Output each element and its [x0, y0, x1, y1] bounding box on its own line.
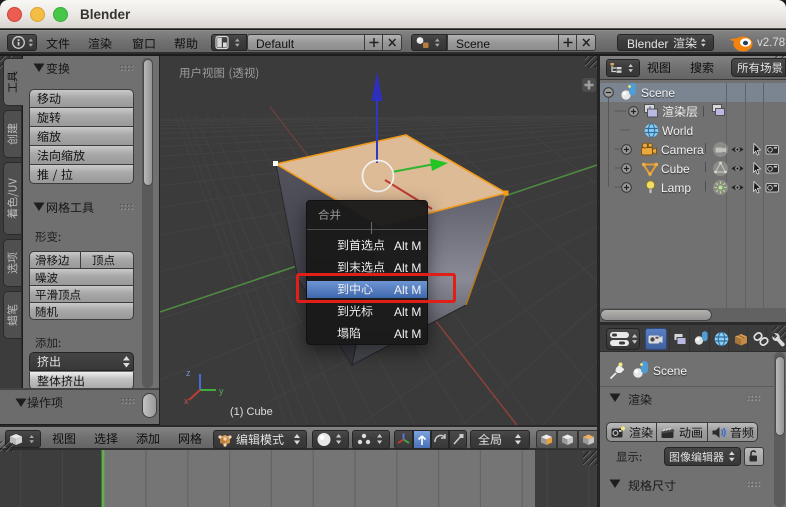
svg-text:x: x	[184, 396, 189, 406]
svg-text:y: y	[219, 386, 224, 396]
svg-text:z: z	[186, 368, 191, 378]
